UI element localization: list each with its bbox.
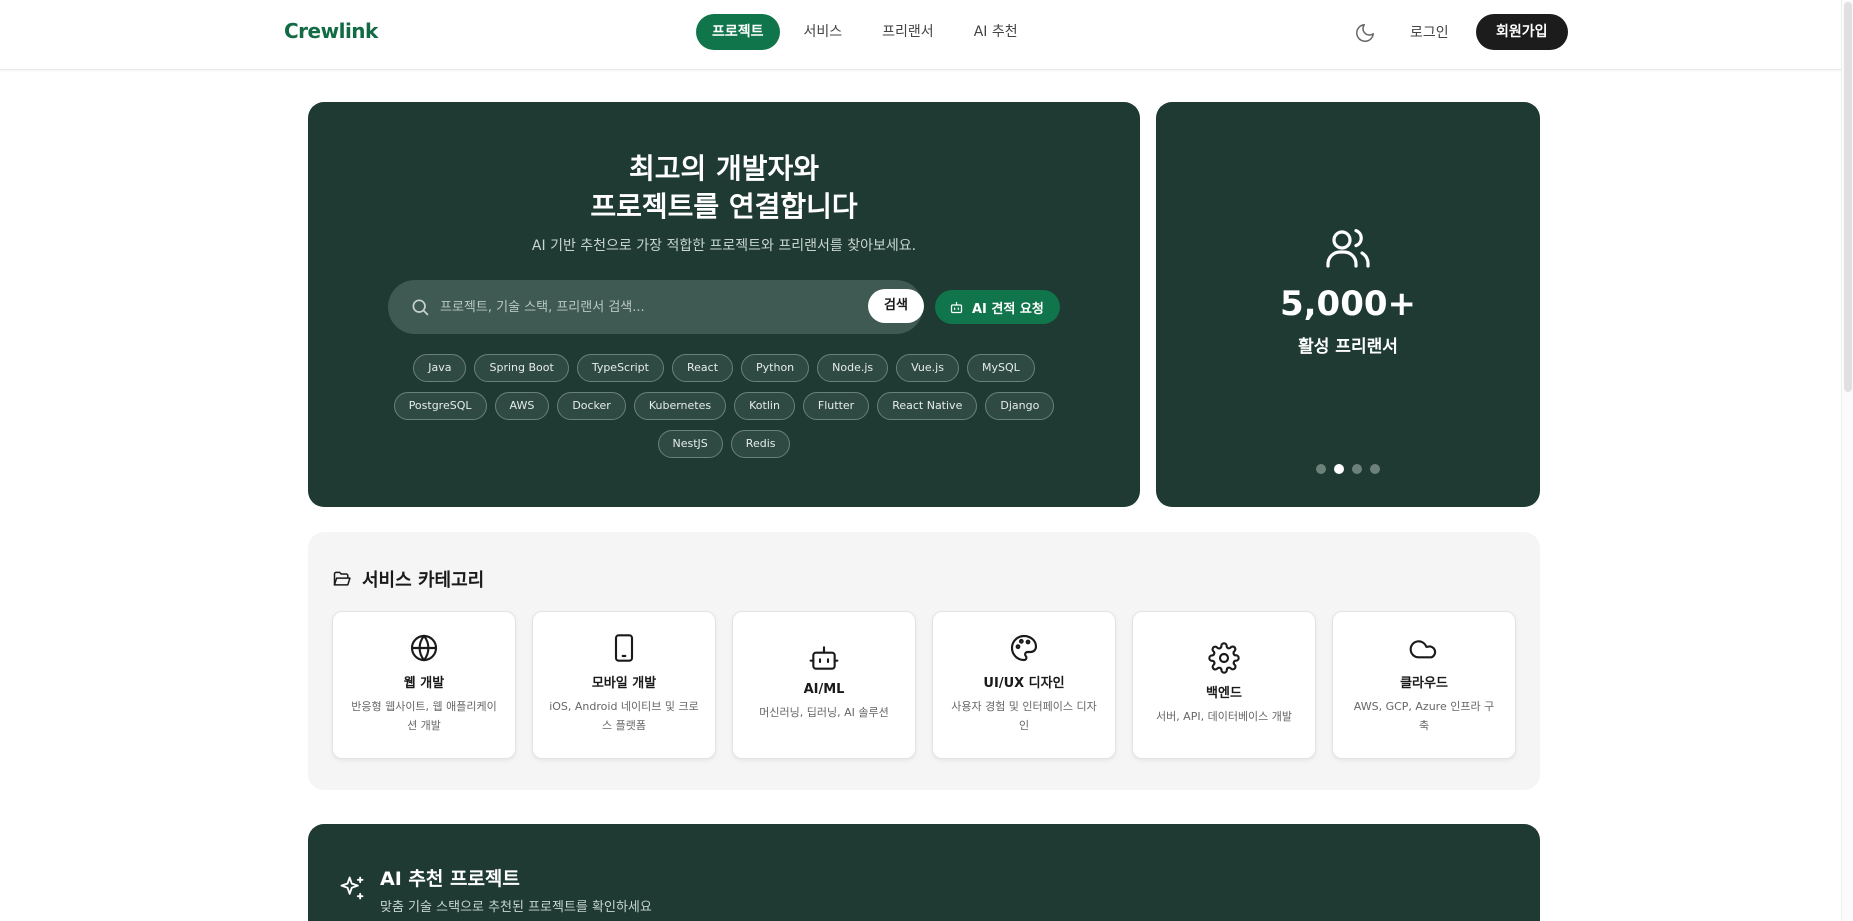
search-button[interactable]: 검색 — [868, 289, 924, 323]
ai-section-subtitle: 맞춤 기술 스택으로 추천된 프로젝트를 확인하세요 — [380, 900, 652, 915]
tech-chip[interactable]: Python — [741, 354, 810, 382]
globe-icon — [410, 634, 438, 662]
carousel-dot-2[interactable] — [1334, 464, 1344, 474]
tech-chip[interactable]: Vue.js — [896, 354, 959, 382]
category-desc: 반응형 웹사이트, 웹 애플리케이션 개발 — [351, 700, 497, 732]
category-card-web[interactable]: 웹 개발 반응형 웹사이트, 웹 애플리케이션 개발 — [332, 611, 516, 759]
gear-icon — [1208, 642, 1240, 674]
main-nav: 프로젝트 서비스 프리랜서 AI 추천 — [696, 14, 1034, 50]
tech-chip[interactable]: Node.js — [817, 354, 889, 382]
carousel-dot-1[interactable] — [1316, 464, 1326, 474]
service-categories: 서비스 카테고리 웹 개발 반응형 웹사이트, 웹 애플리케이션 개발 모바일 … — [308, 532, 1540, 790]
category-desc: iOS, Android 네이티브 및 크로스 플랫폼 — [549, 700, 699, 732]
hero-subtitle: AI 기반 추천으로 가장 적합한 프로젝트와 프리랜서를 찾아보세요. — [531, 238, 917, 254]
palette-icon — [1010, 634, 1038, 662]
tech-chip[interactable]: Django — [985, 392, 1055, 420]
tech-chip[interactable]: React Native — [877, 392, 978, 420]
tech-chip[interactable]: Redis — [730, 430, 791, 458]
tech-chip[interactable]: React — [671, 354, 734, 382]
logo[interactable]: Crewlink — [284, 19, 378, 43]
category-card-cloud[interactable]: 클라우드 AWS, GCP, Azure 인프라 구축 — [1332, 611, 1516, 759]
category-name: 백엔드 — [1206, 686, 1242, 701]
tech-chip[interactable]: AWS — [494, 392, 550, 420]
sparkles-icon — [340, 876, 364, 900]
tech-chip[interactable]: Kotlin — [734, 392, 795, 420]
categories-title: 서비스 카테고리 — [362, 570, 485, 591]
search-icon — [412, 299, 429, 316]
category-desc: 머신러닝, 딥러닝, AI 솔루션 — [759, 706, 889, 719]
category-name: UI/UX 디자인 — [983, 676, 1065, 691]
tech-chip[interactable]: PostgreSQL — [393, 392, 487, 420]
scrollbar-thumb[interactable] — [1844, 2, 1852, 392]
page-scrollbar[interactable] — [1841, 0, 1853, 921]
category-card-aiml[interactable]: AI/ML 머신러닝, 딥러닝, AI 솔루션 — [732, 611, 916, 759]
carousel-dots — [1156, 464, 1540, 474]
category-name: 웹 개발 — [403, 676, 445, 691]
hero-title: 최고의 개발자와 프로젝트를 연결합니다 — [308, 150, 1140, 226]
tech-chip[interactable]: MySQL — [966, 354, 1035, 382]
hero-banner: 최고의 개발자와 프로젝트를 연결합니다 AI 기반 추천으로 가장 적합한 프… — [308, 102, 1140, 507]
carousel-dot-4[interactable] — [1370, 464, 1380, 474]
category-name: 모바일 개발 — [591, 676, 657, 691]
nav-item-projects[interactable]: 프로젝트 — [696, 14, 780, 50]
users-icon — [1326, 229, 1370, 268]
category-desc: AWS, GCP, Azure 인프라 구축 — [1353, 700, 1495, 732]
ai-quote-button[interactable]: AI 견적 요청 — [935, 290, 1060, 324]
folder-open-icon — [333, 571, 351, 586]
stat-number: 5,000+ — [1279, 284, 1417, 324]
carousel-dot-3[interactable] — [1352, 464, 1362, 474]
smartphone-icon — [614, 634, 634, 662]
category-card-uiux[interactable]: UI/UX 디자인 사용자 경험 및 인터페이스 디자인 — [932, 611, 1116, 759]
nav-item-ai-recommend[interactable]: AI 추천 — [958, 14, 1034, 50]
hero-title-line2: 프로젝트를 연결합니다 — [590, 190, 858, 223]
tech-chip[interactable]: Kubernetes — [633, 392, 727, 420]
category-card-backend[interactable]: 백엔드 서버, API, 데이터베이스 개발 — [1132, 611, 1316, 759]
ai-section-title: AI 추천 프로젝트 — [380, 868, 520, 890]
tech-chip[interactable]: Flutter — [802, 392, 870, 420]
tech-chip[interactable]: Java — [413, 354, 467, 382]
category-desc: 서버, API, 데이터베이스 개발 — [1155, 710, 1293, 723]
signup-button[interactable]: 회원가입 — [1476, 14, 1568, 50]
tech-chip[interactable]: NestJS — [657, 430, 723, 458]
search-input[interactable] — [440, 290, 830, 324]
tech-chip[interactable]: TypeScript — [576, 354, 664, 382]
ai-quote-label: AI 견적 요청 — [972, 301, 1044, 317]
category-name: 클라우드 — [1400, 676, 1448, 691]
tech-chip[interactable]: Spring Boot — [474, 354, 569, 382]
tech-chip-list: Java Spring Boot TypeScript React Python… — [378, 354, 1070, 458]
bot-icon — [950, 301, 963, 313]
categories-header: 서비스 카테고리 — [332, 566, 484, 592]
moon-icon[interactable] — [1354, 22, 1376, 44]
category-card-mobile[interactable]: 모바일 개발 iOS, Android 네이티브 및 크로스 플랫폼 — [532, 611, 716, 759]
bot-icon — [809, 646, 839, 670]
category-name: AI/ML — [803, 682, 845, 697]
ai-recommend-section: AI 추천 프로젝트 맞춤 기술 스택으로 추천된 프로젝트를 확인하세요 — [308, 824, 1540, 921]
category-desc: 사용자 경험 및 인터페이스 디자인 — [951, 700, 1097, 732]
nav-item-freelancers[interactable]: 프리랜서 — [866, 14, 950, 50]
login-button[interactable]: 로그인 — [1410, 22, 1449, 42]
cloud-icon — [1409, 640, 1437, 659]
search-bar: 검색 — [388, 280, 924, 334]
hero-title-line1: 최고의 개발자와 — [628, 152, 820, 185]
stat-label: 활성 프리랜서 — [1298, 337, 1398, 357]
stat-carousel: 5,000+ 활성 프리랜서 — [1156, 102, 1540, 507]
tech-chip[interactable]: Docker — [557, 392, 626, 420]
nav-item-services[interactable]: 서비스 — [788, 14, 859, 50]
top-header: Crewlink 프로젝트 서비스 프리랜서 AI 추천 로그인 회원가입 — [0, 0, 1853, 70]
category-card-list: 웹 개발 반응형 웹사이트, 웹 애플리케이션 개발 모바일 개발 iOS, A… — [332, 611, 1516, 759]
